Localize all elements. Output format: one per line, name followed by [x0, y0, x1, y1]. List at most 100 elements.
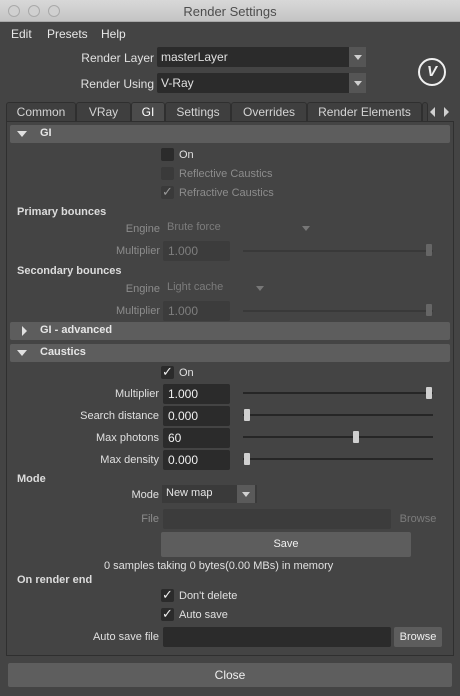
tab-settings[interactable]: Settings [165, 102, 231, 122]
caustics-section-title: Caustics [40, 346, 86, 358]
chevron-down-icon [348, 73, 366, 93]
collapse-triangle-icon [17, 350, 27, 356]
max-photons-slider-handle[interactable] [353, 431, 359, 443]
menu-help[interactable]: Help [101, 27, 126, 41]
secondary-bounces-header: Secondary bounces [17, 265, 122, 277]
mode-label: Mode [131, 489, 159, 501]
collapse-triangle-icon [17, 131, 27, 137]
reflective-caustics-label: Reflective Caustics [179, 168, 273, 180]
caustics-on-label: On [179, 367, 194, 379]
refractive-caustics-label: Refractive Caustics [179, 187, 274, 199]
search-distance-label: Search distance [80, 410, 159, 422]
auto-save-file-label: Auto save file [92, 631, 159, 643]
secondary-engine-dropdown[interactable]: Light cache [163, 279, 275, 297]
search-distance-slider-handle[interactable] [244, 409, 250, 421]
chevron-down-icon [251, 279, 269, 297]
secondary-multiplier-slider[interactable] [243, 310, 433, 312]
menu-edit[interactable]: Edit [11, 27, 32, 41]
chevron-down-icon [237, 485, 255, 503]
search-distance-input[interactable]: 0.000 [163, 406, 230, 426]
gi-advanced-title: GI - advanced [40, 324, 113, 336]
expand-triangle-icon [22, 326, 27, 336]
search-distance-value: 0.000 [168, 409, 199, 423]
file-browse-button[interactable]: Browse [394, 509, 442, 529]
caustics-multiplier-value: 1.000 [168, 387, 199, 401]
caustics-multiplier-input[interactable]: 1.000 [163, 384, 230, 404]
caustics-multiplier-slider-handle[interactable] [426, 387, 432, 399]
refractive-caustics-checkbox[interactable] [161, 184, 174, 200]
primary-multiplier-slider-handle[interactable] [426, 244, 432, 256]
chevron-down-icon [297, 219, 315, 237]
max-density-value: 0.000 [168, 453, 199, 467]
mode-dropdown[interactable]: New map [162, 485, 257, 503]
secondary-multiplier-slider-handle[interactable] [426, 304, 432, 316]
max-density-slider-handle[interactable] [244, 453, 250, 465]
primary-bounces-header: Primary bounces [17, 206, 107, 218]
secondary-multiplier-value: 1.000 [168, 304, 199, 318]
primary-multiplier-input[interactable]: 1.000 [163, 241, 230, 261]
render-using-label: Render Using [80, 77, 154, 91]
secondary-multiplier-input[interactable]: 1.000 [163, 301, 230, 321]
tab-vray[interactable]: VRay [76, 102, 131, 122]
secondary-multiplier-label: Multiplier [115, 305, 160, 317]
memory-info-text: 0 samples taking 0 bytes(0.00 MBs) in me… [104, 560, 334, 572]
tab-overflow [422, 102, 428, 122]
gi-advanced-section-header[interactable]: GI - advanced [10, 322, 450, 340]
max-photons-slider[interactable] [243, 436, 433, 438]
tab-gi[interactable]: GI [131, 102, 165, 122]
max-density-label: Max density [100, 454, 159, 466]
max-photons-value: 60 [168, 431, 182, 445]
max-density-input[interactable]: 0.000 [163, 450, 230, 470]
primary-engine-label: Engine [125, 223, 160, 235]
max-photons-label: Max photons [96, 432, 159, 444]
search-distance-slider[interactable] [243, 414, 433, 416]
max-density-slider[interactable] [243, 458, 433, 460]
auto-save-checkbox[interactable] [161, 606, 174, 622]
save-button[interactable]: Save [161, 532, 411, 557]
primary-multiplier-slider[interactable] [243, 250, 433, 252]
menu-presets[interactable]: Presets [47, 27, 88, 41]
mode-header: Mode [17, 473, 46, 485]
tab-scroll-left-icon[interactable] [430, 107, 435, 117]
render-using-value: V-Ray [161, 76, 194, 90]
primary-engine-dropdown[interactable]: Brute force [163, 219, 315, 237]
tab-bar: Common VRay GI Settings Overrides Render… [6, 102, 454, 122]
gi-on-label: On [179, 149, 194, 161]
auto-save-browse-button[interactable]: Browse [394, 627, 442, 647]
caustics-section-header[interactable]: Caustics [10, 344, 450, 362]
render-layer-label: Render Layer [81, 51, 154, 65]
gi-on-checkbox[interactable] [161, 148, 174, 161]
mode-value: New map [166, 487, 213, 499]
tab-scroll-right-icon[interactable] [444, 107, 449, 117]
file-input[interactable] [163, 509, 391, 529]
auto-save-label: Auto save [179, 609, 228, 621]
caustics-on-checkbox[interactable] [161, 364, 174, 380]
auto-save-file-input[interactable] [163, 627, 391, 647]
render-layer-value: masterLayer [161, 50, 228, 64]
primary-multiplier-label: Multiplier [115, 245, 160, 257]
gi-section-title: GI [40, 127, 52, 139]
reflective-caustics-checkbox[interactable] [161, 167, 174, 180]
caustics-multiplier-slider[interactable] [243, 392, 433, 394]
window-title: Render Settings [183, 4, 277, 19]
primary-multiplier-value: 1.000 [168, 244, 199, 258]
chevron-down-icon [348, 47, 366, 67]
secondary-engine-label: Engine [125, 283, 160, 295]
on-render-end-header: On render end [17, 574, 93, 586]
max-photons-input[interactable]: 60 [163, 428, 230, 448]
tab-render-elements[interactable]: Render Elements [307, 102, 422, 122]
dont-delete-checkbox[interactable] [161, 587, 174, 603]
tab-common[interactable]: Common [6, 102, 76, 122]
vray-logo-icon: V [418, 58, 446, 86]
render-using-dropdown[interactable]: V-Ray [157, 73, 366, 93]
file-label: File [141, 513, 159, 525]
render-layer-dropdown[interactable]: masterLayer [157, 47, 366, 67]
primary-engine-value: Brute force [167, 221, 221, 233]
tab-overrides[interactable]: Overrides [231, 102, 307, 122]
dont-delete-label: Don't delete [179, 590, 238, 602]
window-titlebar: Render Settings [0, 0, 460, 22]
secondary-engine-value: Light cache [167, 281, 224, 293]
menu-bar: Edit Presets Help [0, 24, 460, 44]
close-button[interactable]: Close [8, 663, 452, 687]
gi-section-header[interactable]: GI [10, 125, 450, 143]
